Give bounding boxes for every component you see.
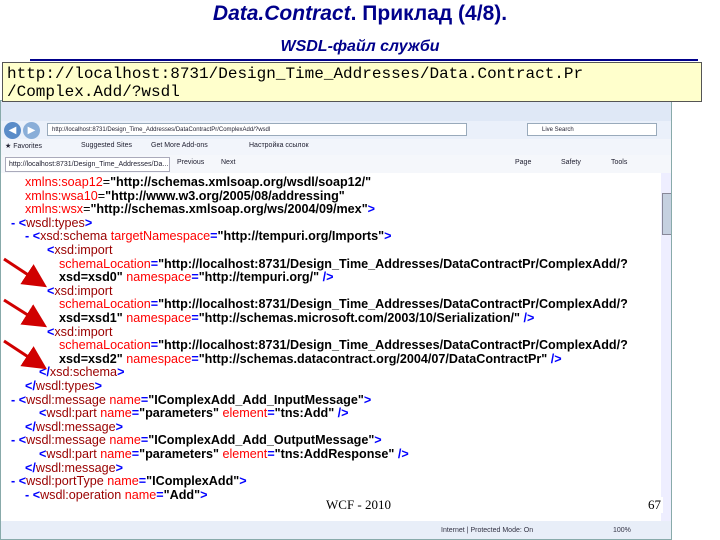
slide-footer: WCF - 2010 (324, 497, 393, 513)
arrow-icon (3, 298, 48, 328)
url-line-1: http://localhost:8731/Design_Time_Addres… (7, 65, 584, 83)
url-callout: http://localhost:8731/Design_Time_Addres… (2, 62, 702, 102)
url-line-2: /Complex.Add/?wsdl (7, 83, 180, 101)
slide-page-number: 67 (646, 497, 663, 513)
arrow-icon (3, 257, 48, 288)
arrow-icon (3, 339, 48, 370)
